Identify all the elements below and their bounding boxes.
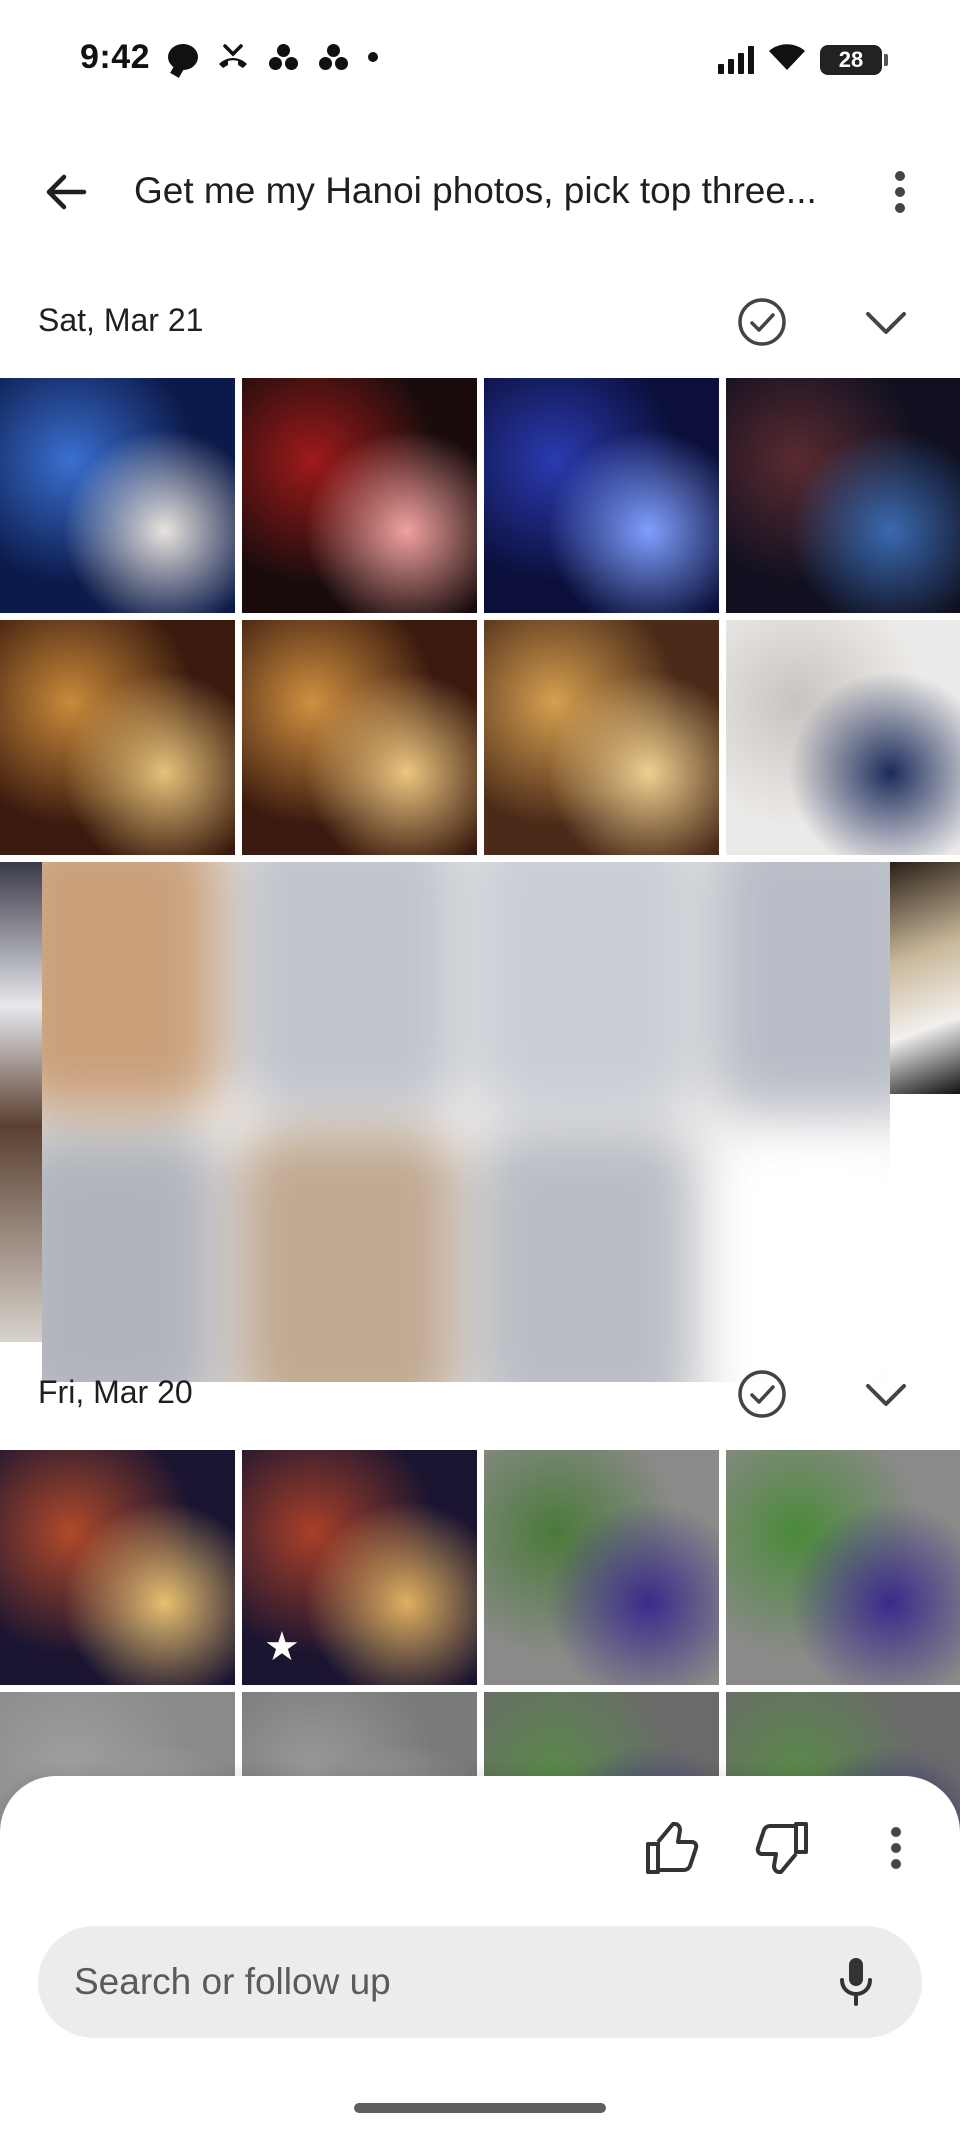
section-date: Fri, Mar 20: [38, 1374, 193, 1410]
photo-thumbnail[interactable]: [242, 378, 477, 613]
more-vert-icon: [891, 1827, 901, 1869]
photo-grid: [0, 378, 960, 855]
bottom-sheet: [0, 1776, 960, 2133]
photo-thumbnail[interactable]: [484, 378, 719, 613]
check-circle-icon[interactable]: [736, 296, 788, 348]
mic-button[interactable]: [828, 1954, 884, 2010]
thumbs-down-icon: [755, 1822, 808, 1874]
search-bar: [38, 1926, 922, 2038]
check-circle-icon[interactable]: [736, 1368, 788, 1420]
battery-level: 28: [838, 46, 864, 72]
photo-thumbnail[interactable]: [726, 1450, 960, 1685]
photo-thumbnail[interactable]: ★: [242, 1450, 477, 1685]
section-date: Sat, Mar 21: [38, 302, 204, 338]
app-dots-icon: [268, 42, 300, 72]
section-header: Sat, Mar 21: [0, 282, 960, 362]
photo-thumbnail[interactable]: [0, 1450, 235, 1685]
photo-thumbnail[interactable]: [484, 1450, 719, 1685]
photo-thumbnail[interactable]: [242, 620, 477, 855]
mic-icon: [840, 1958, 872, 2006]
photo-thumbnail[interactable]: [726, 620, 960, 855]
chevron-down-icon[interactable]: [862, 1372, 910, 1416]
app-header: Get me my Hanoi photos, pick top three..…: [0, 148, 960, 236]
photo-thumbnail[interactable]: [0, 862, 42, 1342]
favorite-star-icon: ★: [264, 1625, 300, 1669]
feedback-more-button[interactable]: [864, 1816, 928, 1880]
system-icons: 28: [718, 42, 888, 77]
battery-icon: 28: [820, 44, 888, 75]
photo-thumbnail[interactable]: [0, 378, 235, 613]
photo-thumbnail[interactable]: [726, 378, 960, 613]
signal-icon: [718, 45, 754, 74]
blurred-photos: [42, 862, 890, 1382]
thumbs-up-button[interactable]: [640, 1816, 704, 1880]
home-indicator[interactable]: [354, 2103, 606, 2113]
header-more-button[interactable]: [870, 162, 930, 222]
search-input[interactable]: [74, 1926, 814, 2038]
section-header: Fri, Mar 20: [0, 1354, 960, 1434]
photo-thumbnail[interactable]: [890, 862, 960, 1094]
missed-call-icon: [216, 42, 250, 72]
dot-icon: [368, 52, 378, 62]
status-bar: 9:42 28: [0, 0, 960, 120]
photo-thumbnail[interactable]: [484, 620, 719, 855]
thumbs-down-button[interactable]: [750, 1816, 814, 1880]
photo-thumbnail[interactable]: [0, 620, 235, 855]
conversation-title: Get me my Hanoi photos, pick top three..…: [134, 170, 817, 211]
wifi-icon: [768, 42, 806, 77]
chat-bubble-icon: [168, 44, 198, 70]
thumbs-up-icon: [646, 1822, 699, 1874]
chevron-down-icon[interactable]: [862, 300, 910, 344]
notification-icons: [168, 42, 378, 72]
back-arrow-icon: [46, 174, 87, 210]
more-vert-icon: [895, 171, 905, 213]
back-button[interactable]: [36, 162, 96, 222]
status-time: 9:42: [80, 38, 151, 76]
app-dots-icon: [318, 42, 350, 72]
